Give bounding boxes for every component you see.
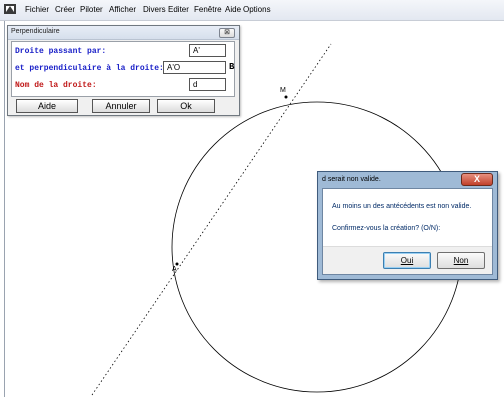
menu-fichier[interactable]: Fichier: [25, 5, 49, 14]
droite-passant-par-field[interactable]: A': [189, 44, 226, 57]
close-icon[interactable]: X: [461, 173, 493, 186]
point-m[interactable]: [284, 95, 288, 99]
menu-editer[interactable]: Editer: [168, 5, 189, 14]
nom-de-la-droite-field[interactable]: d: [189, 78, 226, 91]
menu-divers[interactable]: Divers: [143, 5, 166, 14]
point-a-label: A: [172, 266, 177, 273]
perpendiculaire-field[interactable]: A'O: [163, 61, 226, 74]
aide-button[interactable]: Aide: [16, 99, 78, 113]
error-message: Au moins un des antécédents est non vali…: [332, 203, 472, 210]
non-button[interactable]: Non: [437, 252, 485, 269]
menu-bar: Fichier Créer Piloter Afficher Divers Ed…: [0, 0, 504, 21]
error-dialog-body: Au moins un des antécédents est non vali…: [322, 188, 493, 275]
close-icon[interactable]: ⊠: [219, 28, 235, 38]
error-dialog-title: d serait non valide.: [322, 176, 381, 183]
menu-aide[interactable]: Aide: [225, 5, 241, 14]
side-button[interactable]: B: [229, 62, 234, 72]
menu-piloter[interactable]: Piloter: [80, 5, 103, 14]
label-perpendiculaire: et perpendiculaire à la droite:: [15, 64, 164, 73]
perpendiculaire-dialog: Perpendiculaire ⊠ Droite passant par: A'…: [7, 25, 240, 116]
error-dialog: d serait non valide. X Au moins un des a…: [317, 171, 498, 280]
ok-button[interactable]: Ok: [157, 99, 215, 113]
dialog-form: Droite passant par: A' et perpendiculair…: [11, 41, 235, 97]
oui-button[interactable]: Oui: [383, 252, 431, 269]
label-droite-passant-par: Droite passant par:: [15, 47, 107, 56]
annuler-button[interactable]: Annuler: [92, 99, 150, 113]
label-nom-de-la-droite: Nom de la droite:: [15, 81, 97, 90]
menu-fenetre[interactable]: Fenêtre: [194, 5, 222, 14]
button-strip: Oui Non: [323, 246, 492, 274]
menu-afficher[interactable]: Afficher: [109, 5, 136, 14]
confirm-message: Confirmez-vous la création? (O/N):: [332, 225, 441, 232]
menu-options[interactable]: Options: [243, 5, 271, 14]
point-m-label: M: [280, 87, 286, 94]
dialog-title-bar[interactable]: Perpendiculaire ⊠: [8, 26, 239, 40]
app-icon[interactable]: [3, 3, 17, 15]
dialog-title: Perpendiculaire: [11, 28, 60, 35]
menu-creer[interactable]: Créer: [55, 5, 75, 14]
